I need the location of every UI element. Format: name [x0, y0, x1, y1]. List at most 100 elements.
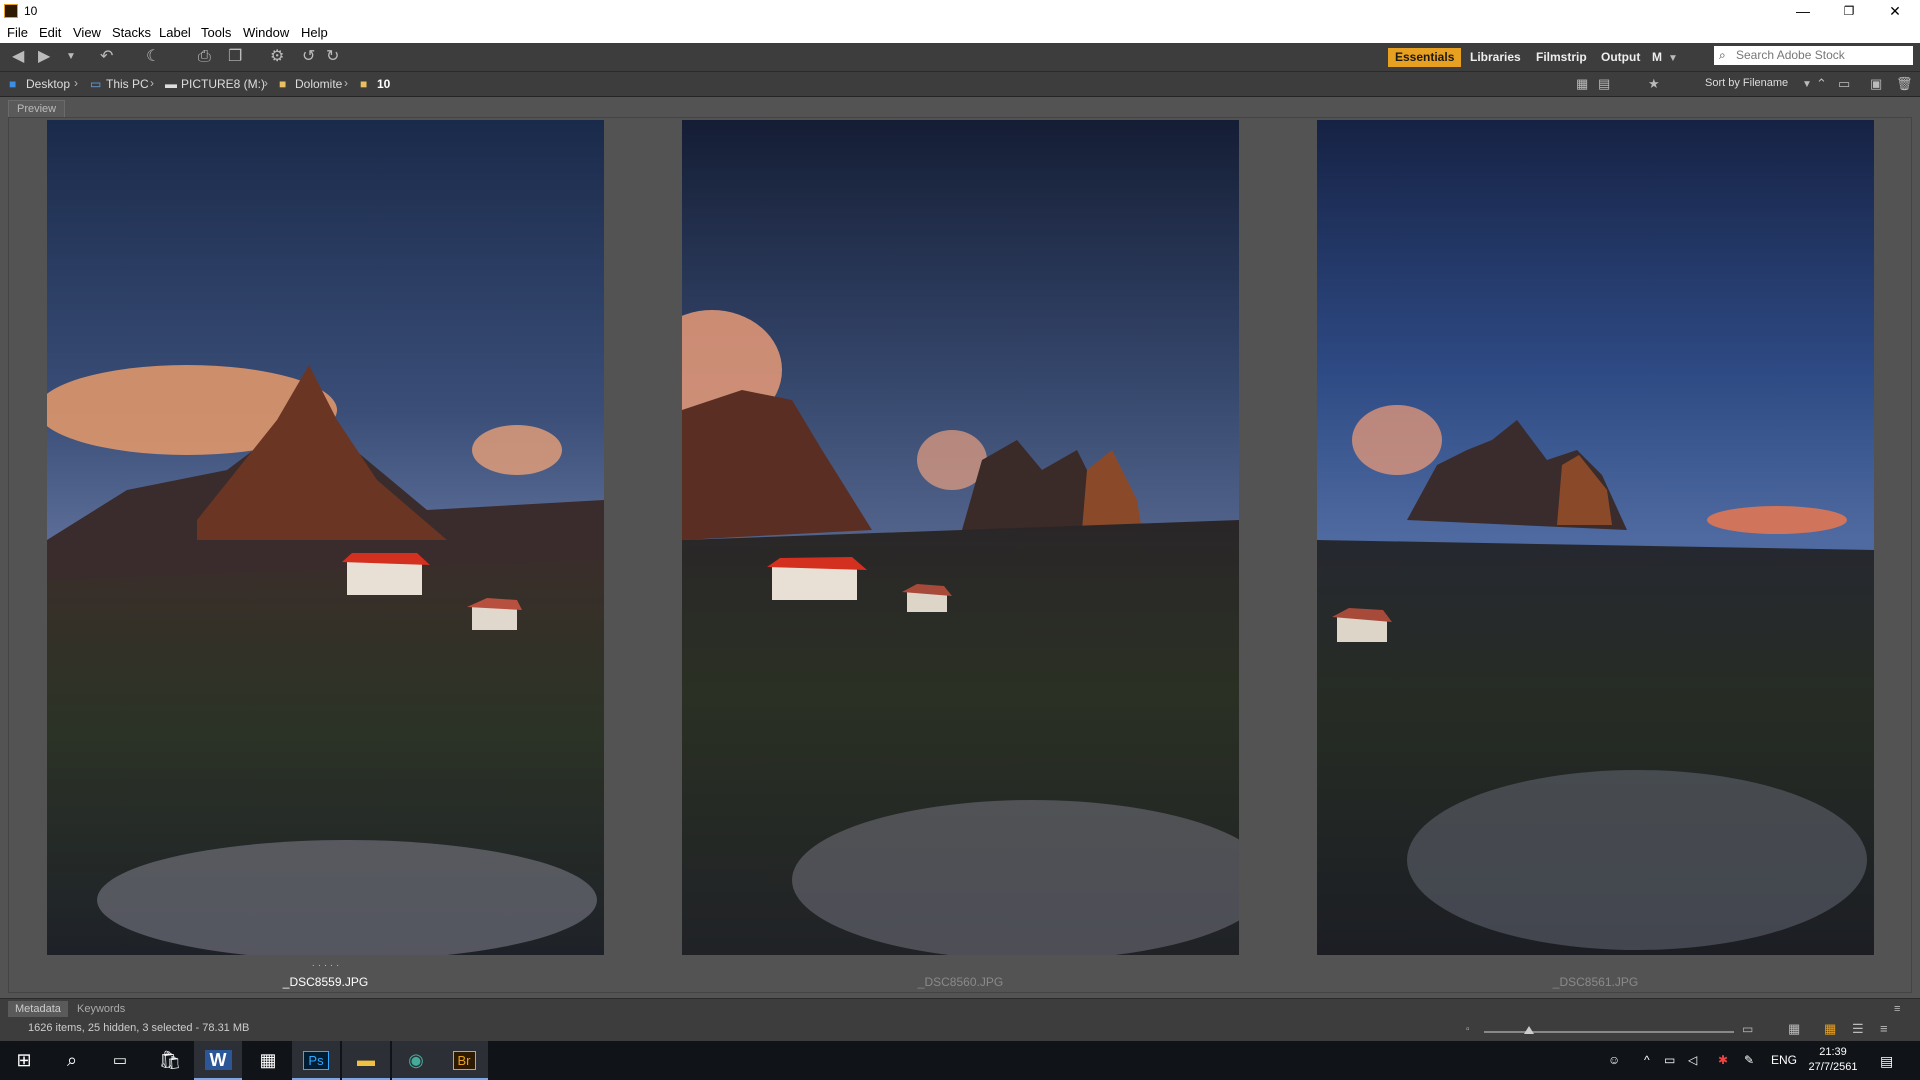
chevron-right-icon[interactable]: › — [344, 76, 348, 90]
photo-preview-1[interactable] — [47, 120, 604, 955]
menu-file[interactable]: File — [7, 25, 28, 40]
task-view-icon[interactable]: ▭ — [96, 1041, 144, 1080]
bridge-icon[interactable]: Br — [440, 1041, 488, 1080]
panel-menu-icon[interactable]: ≡ — [1894, 1000, 1900, 1018]
search-input[interactable]: ⌕ Search Adobe Stock — [1714, 46, 1913, 65]
star-filter-icon[interactable]: ★ — [1648, 75, 1660, 93]
tab-keywords[interactable]: Keywords — [70, 1001, 132, 1017]
breadcrumb-desktop[interactable]: Desktop — [26, 77, 70, 91]
taskbar: ⊞ ⌕ ▭ 🛍 W ▦ Ps ▬ ◉ Br ☺ ^ ▭ ◁ ✱ ✎ ENG 21… — [0, 1041, 1920, 1080]
tab-metadata[interactable]: Metadata — [8, 1001, 68, 1017]
thumbnail-size-slider[interactable] — [1484, 1031, 1734, 1033]
chevron-right-icon[interactable]: › — [150, 76, 154, 90]
windows-start-icon[interactable]: ⊞ — [0, 1041, 48, 1080]
chrome-icon[interactable]: ◉ — [392, 1041, 440, 1080]
close-button[interactable]: ✕ — [1872, 0, 1918, 22]
clock[interactable]: 21:39 27/7/2561 — [1808, 1045, 1858, 1075]
camera-import-icon[interactable]: ☾ — [146, 48, 160, 66]
menu-help[interactable]: Help — [301, 25, 328, 40]
copy-icon[interactable]: ❐ — [228, 48, 242, 66]
folder-blue-icon: ■ — [9, 77, 17, 91]
photo-preview-3[interactable] — [1317, 120, 1874, 955]
sort-by-filename[interactable]: Sort by Filename — [1705, 77, 1788, 89]
window-title: 10 — [24, 4, 38, 18]
status-text: 1626 items, 25 hidden, 3 selected - 78.3… — [28, 1022, 250, 1034]
breadcrumb-current[interactable]: 10 — [377, 77, 390, 91]
zoom-in-icon[interactable]: ▭ — [1742, 1020, 1753, 1038]
menu-label[interactable]: Label — [159, 25, 191, 40]
zoom-out-icon[interactable]: ▫ — [1466, 1021, 1470, 1039]
metadata-tabs: Metadata Keywords ≡ — [0, 998, 1920, 1018]
menu-tools[interactable]: Tools — [201, 25, 231, 40]
slider-thumb[interactable] — [1524, 1026, 1534, 1034]
chevron-right-icon[interactable]: › — [74, 76, 78, 90]
workspace-essentials[interactable]: Essentials — [1388, 48, 1462, 67]
thumbnail-quality-icon[interactable]: ▤ — [1598, 75, 1610, 93]
network-icon[interactable]: ▭ — [1664, 1053, 1675, 1067]
menu-stacks[interactable]: Stacks — [112, 25, 151, 40]
search-icon[interactable]: ⌕ — [48, 1041, 96, 1080]
thumbnails-view-icon[interactable]: ▦ — [1824, 1020, 1836, 1038]
clock-date: 27/7/2561 — [1808, 1061, 1858, 1073]
back-arrow-icon[interactable]: ◀ — [12, 48, 24, 66]
chevron-right-icon[interactable]: › — [264, 76, 268, 90]
boomerang-icon[interactable]: ↶ — [100, 48, 113, 66]
workspace-output[interactable]: Output — [1594, 48, 1647, 67]
grid-lock-icon[interactable]: ▦ — [1788, 1020, 1800, 1038]
language-indicator[interactable]: ENG — [1771, 1053, 1797, 1067]
restore-button[interactable]: ❐ — [1826, 0, 1872, 22]
workspace-libraries[interactable]: Libraries — [1463, 48, 1528, 67]
refine-icon[interactable]: ⚙ — [270, 48, 284, 66]
file-explorer-icon[interactable]: ▬ — [342, 1041, 390, 1080]
bridge-label: Br — [452, 1051, 476, 1070]
workspace-dropdown-icon[interactable]: ▼ — [1668, 50, 1678, 68]
calculator-icon[interactable]: ▦ — [244, 1041, 292, 1080]
photo-filename-1[interactable]: _DSC8559.JPG — [47, 975, 604, 989]
forward-arrow-icon[interactable]: ▶ — [38, 48, 50, 66]
photoshop-icon[interactable]: Ps — [292, 1041, 340, 1080]
grid-view-icon[interactable]: ▦ — [1576, 75, 1588, 93]
tray-expand-icon[interactable]: ^ — [1644, 1053, 1650, 1067]
photo-filename-2[interactable]: _DSC8560.JPG — [682, 975, 1239, 989]
open-recent-folder-icon[interactable]: ▭ — [1838, 75, 1850, 93]
menu-edit[interactable]: Edit — [39, 25, 61, 40]
search-placeholder: Search Adobe Stock — [1736, 48, 1845, 62]
recent-dropdown-icon[interactable]: ▼ — [66, 48, 76, 66]
rotate-right-icon[interactable]: ↻ — [326, 48, 339, 66]
people-icon[interactable]: ☺ — [1608, 1053, 1620, 1067]
details-view-icon[interactable]: ☰ — [1852, 1020, 1864, 1038]
menu-window[interactable]: Window — [243, 25, 289, 40]
folder-icon: ■ — [360, 77, 368, 91]
sort-ascending-icon[interactable]: ⌃ — [1816, 75, 1827, 93]
tab-preview[interactable]: Preview — [8, 100, 66, 117]
workspace-more[interactable]: M — [1650, 48, 1664, 67]
store-icon[interactable]: 🛍 — [146, 1041, 194, 1080]
toolbar: ◀ ▶ ▼ ↶ ☾ ⎙ ❐ ⚙ ↺ ↻ Essentials Libraries… — [0, 43, 1920, 72]
bridge-app-icon — [4, 4, 18, 18]
antivirus-icon[interactable]: ✱ — [1718, 1053, 1728, 1067]
breadcrumb-drive[interactable]: PICTURE8 (M:) — [181, 77, 265, 91]
volume-icon[interactable]: ◁ — [1688, 1053, 1697, 1067]
list-view-icon[interactable]: ≡ — [1880, 1020, 1888, 1038]
menu-view[interactable]: View — [73, 25, 101, 40]
workspace-filmstrip[interactable]: Filmstrip — [1529, 48, 1594, 67]
pen-icon[interactable]: ✎ — [1744, 1053, 1754, 1067]
rotate-left-icon[interactable]: ↺ — [302, 48, 315, 66]
folder-icon: ■ — [279, 77, 287, 91]
word-label: W — [204, 1050, 232, 1070]
menu-bar: File Edit View Stacks Label Tools Window… — [0, 22, 1920, 43]
photo-filename-3[interactable]: _DSC8561.JPG — [1317, 975, 1874, 989]
camera-import-icon[interactable]: ⎙ — [198, 48, 211, 66]
photo-preview-2[interactable] — [682, 120, 1239, 955]
new-folder-icon[interactable]: ▣ — [1870, 75, 1882, 93]
rating-dots[interactable]: · · · · · — [47, 960, 604, 971]
delete-icon[interactable]: 🗑 — [1896, 75, 1913, 93]
sort-dropdown-icon[interactable]: ▼ — [1802, 76, 1812, 94]
title-bar: 10 — ❐ ✕ — [0, 0, 1920, 22]
breadcrumb-dolomite[interactable]: Dolomite — [295, 77, 342, 91]
breadcrumb-this-pc[interactable]: This PC — [106, 77, 149, 91]
word-icon[interactable]: W — [194, 1041, 242, 1080]
minimize-button[interactable]: — — [1780, 0, 1826, 22]
action-center-icon[interactable]: ▤ — [1880, 1053, 1893, 1070]
status-bar: 1626 items, 25 hidden, 3 selected - 78.3… — [0, 1017, 1920, 1041]
